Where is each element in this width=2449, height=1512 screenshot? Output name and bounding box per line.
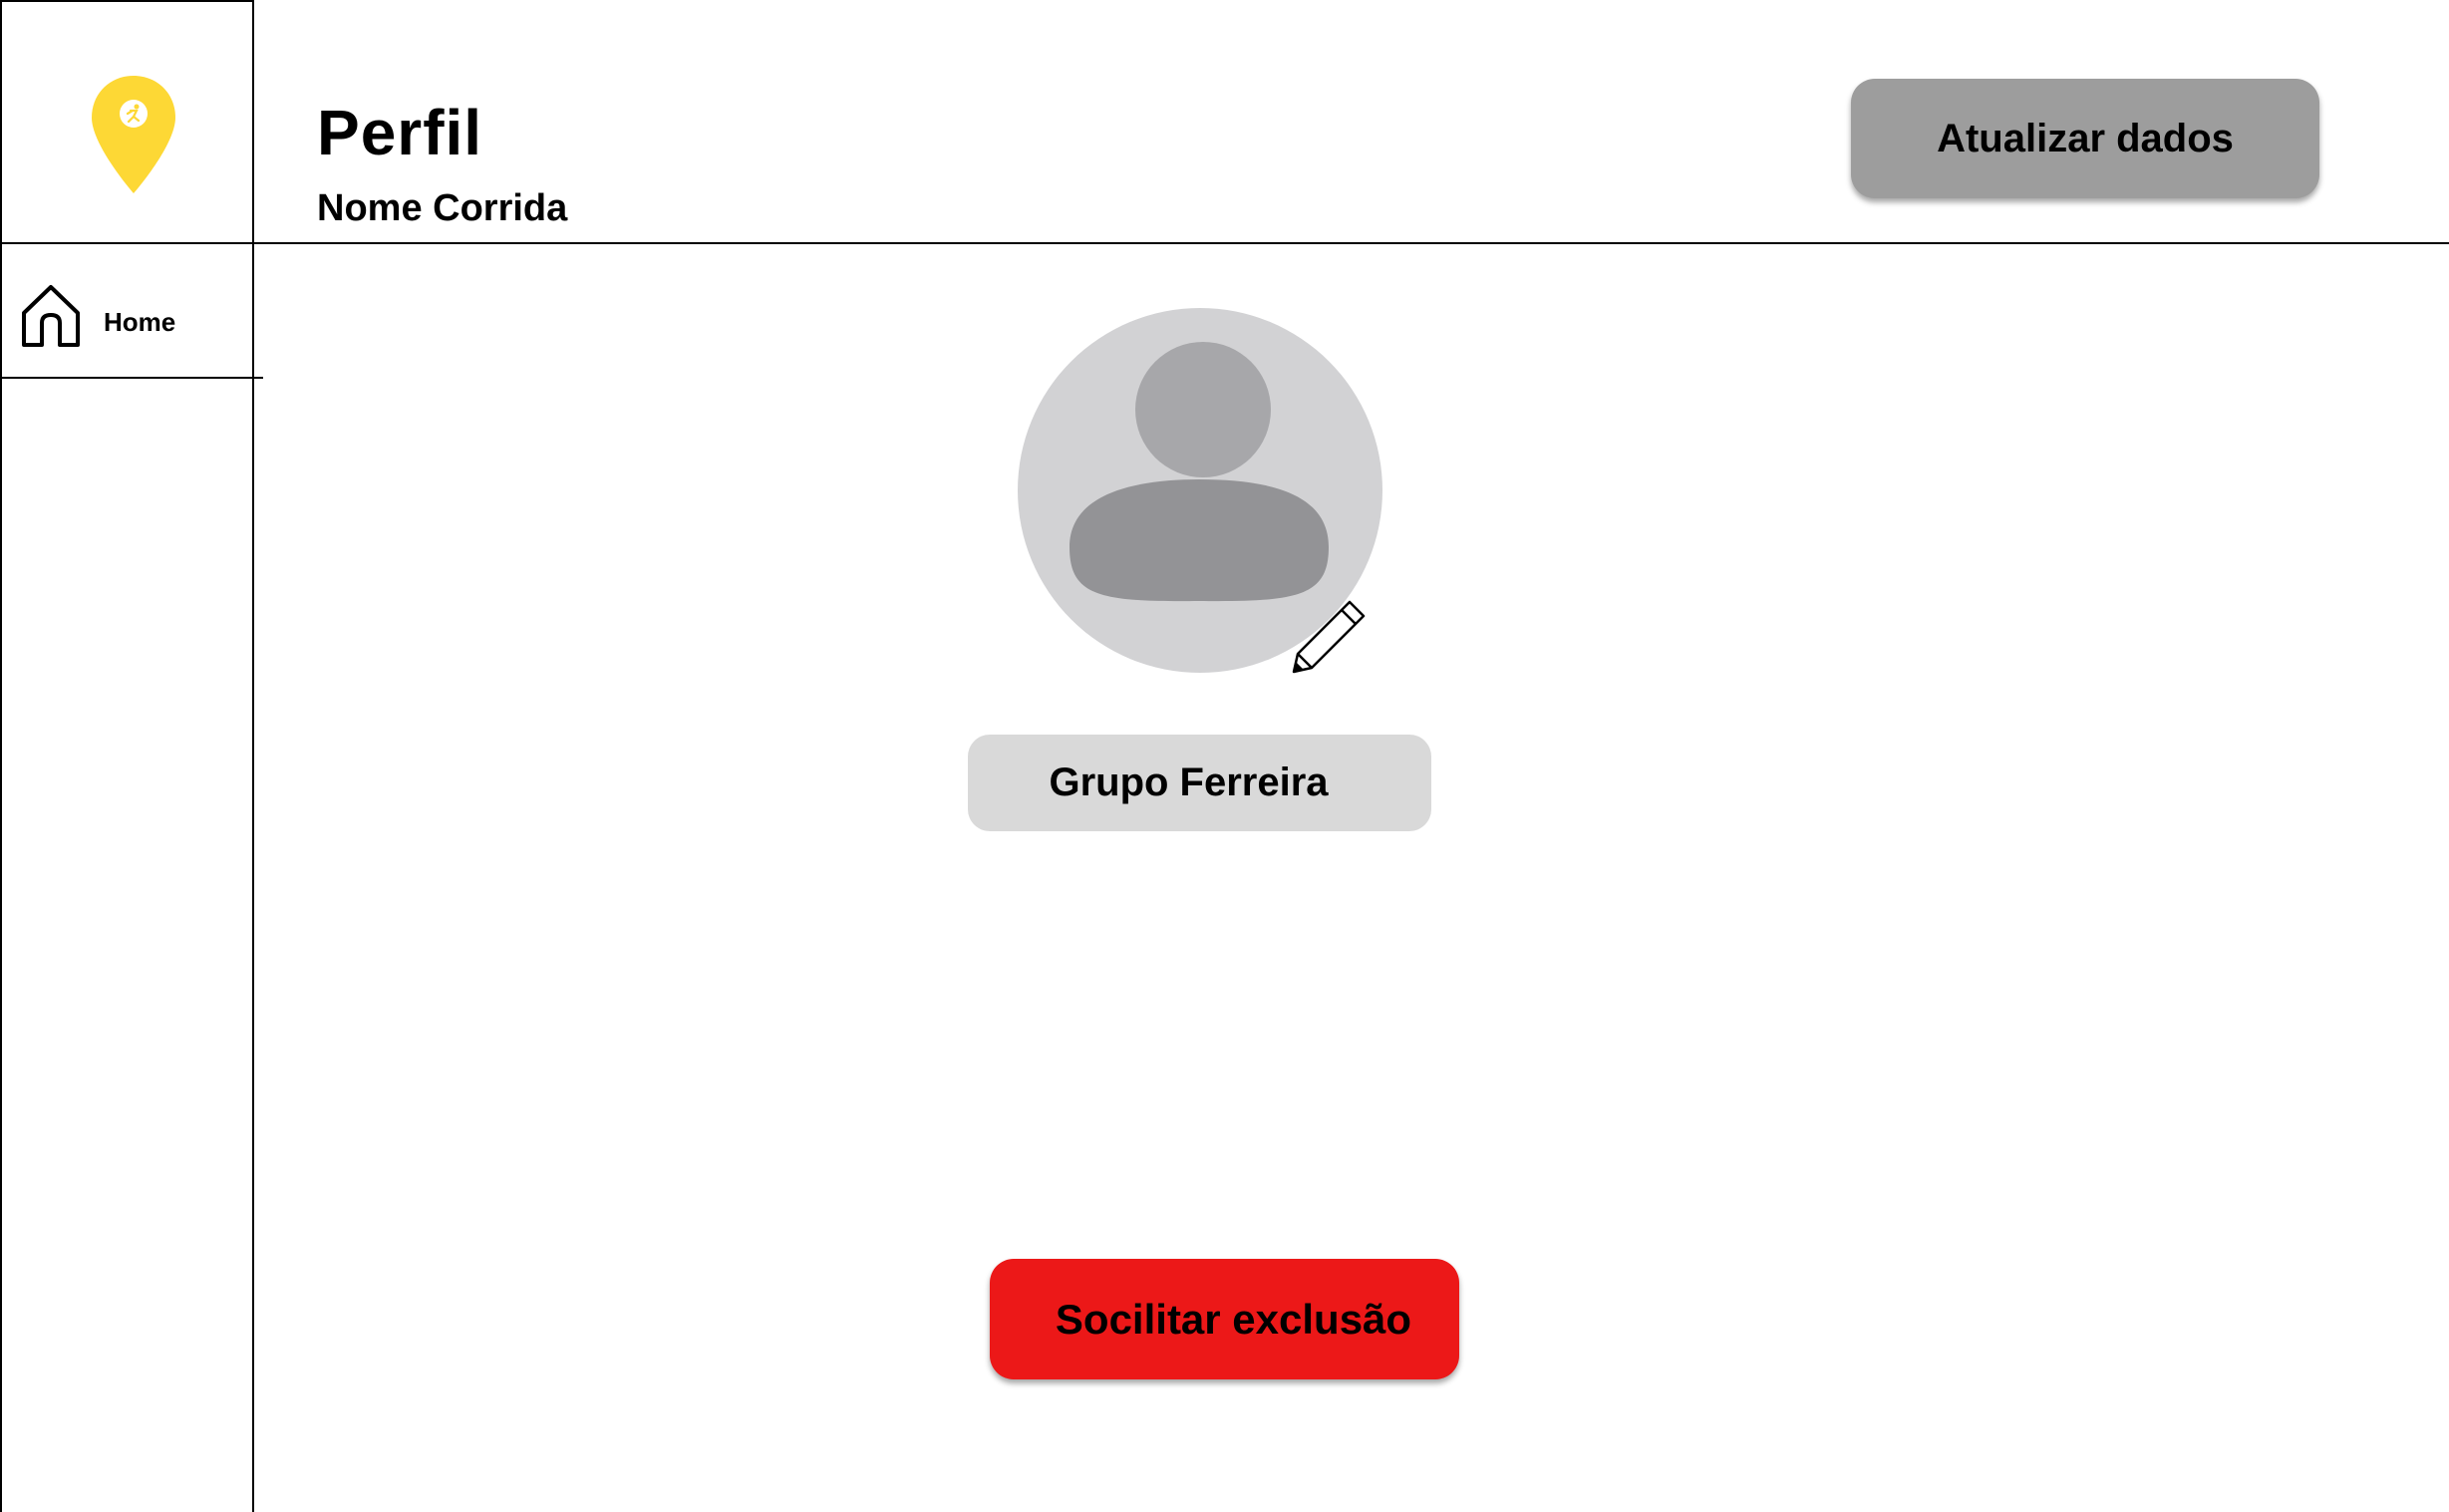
home-icon (22, 285, 80, 347)
page-subtitle: Nome Corrida (317, 187, 568, 229)
logo (2, 2, 252, 245)
sidebar-item-home[interactable]: Home (2, 245, 263, 379)
update-data-button[interactable]: Atualizar dados (1851, 79, 2319, 198)
location-pin-runner-icon (92, 76, 175, 193)
sidebar: Home (0, 0, 263, 1512)
request-deletion-button[interactable]: Socilitar exclusão (990, 1259, 1459, 1379)
header-divider (0, 242, 2449, 244)
profile-name: Grupo Ferreira (968, 735, 1431, 831)
sidebar-item-label: Home (104, 307, 176, 337)
page-title: Perfil (317, 97, 483, 168)
pencil-icon[interactable] (1292, 598, 1368, 674)
